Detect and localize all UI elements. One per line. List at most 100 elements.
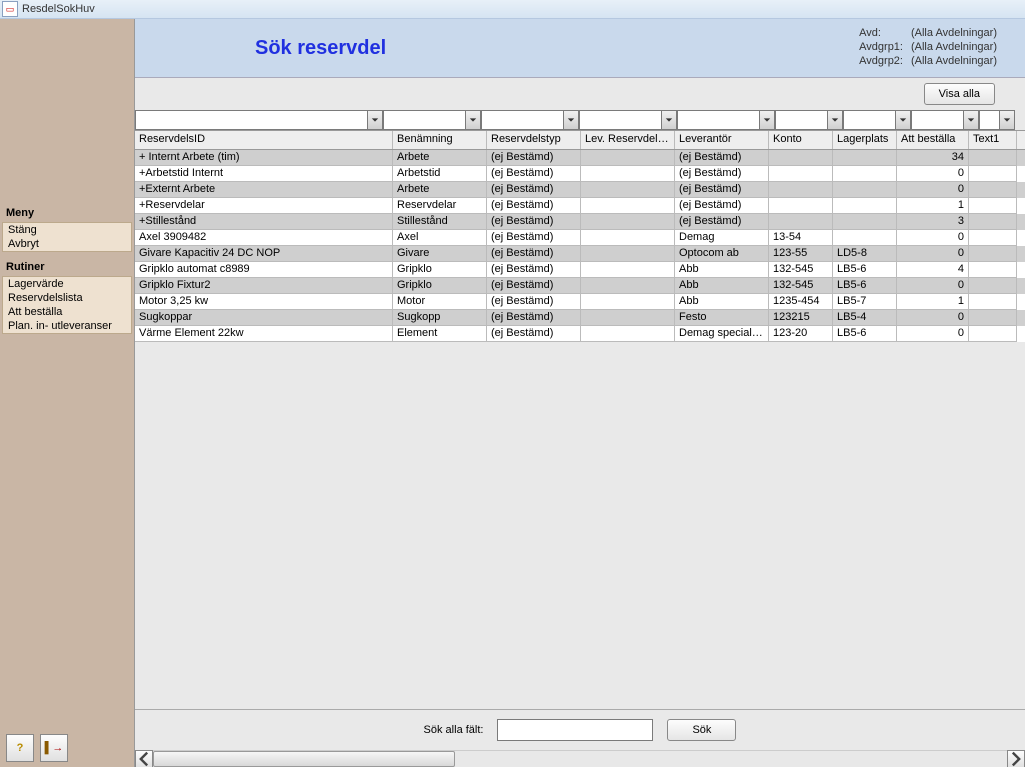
cell-id: Sugkoppar xyxy=(135,310,393,326)
avdgrp2-value: (Alla Avdelningar) xyxy=(911,55,1003,67)
sidebar: Meny Stäng Avbryt Rutiner Lagervärde Res… xyxy=(0,19,135,767)
scrollbar-track[interactable] xyxy=(153,750,1007,767)
cell-lager: LB5-6 xyxy=(833,262,897,278)
table-row[interactable]: +ReservdelarReservdelar(ej Bestämd)(ej B… xyxy=(135,198,1025,214)
form-icon: ▭ xyxy=(2,1,18,17)
sok-input[interactable] xyxy=(497,719,653,741)
cell-t1 xyxy=(969,310,1017,326)
filter-dropdown-1[interactable] xyxy=(383,110,481,130)
sidebar-item-lagervarde[interactable]: Lagervärde xyxy=(3,277,131,291)
cell-id: + Internt Arbete (tim) xyxy=(135,150,393,166)
cell-t1 xyxy=(969,182,1017,198)
cell-lev: Optocom ab xyxy=(675,246,769,262)
filter-dropdown-2[interactable] xyxy=(481,110,579,130)
cell-t1 xyxy=(969,150,1017,166)
sidebar-group-meny: Stäng Avbryt xyxy=(2,222,132,252)
column-header[interactable]: Benämning xyxy=(393,131,487,149)
cell-typ: (ej Bestämd) xyxy=(487,294,581,310)
table-row[interactable]: Gripklo automat c8989Gripklo(ej Bestämd)… xyxy=(135,262,1025,278)
cell-typ: (ej Bestämd) xyxy=(487,182,581,198)
chevron-down-icon xyxy=(759,111,774,129)
filter-dropdown-0[interactable] xyxy=(135,110,383,130)
window-titlebar: ▭ ResdelSokHuv xyxy=(0,0,1025,19)
column-header[interactable]: Text1 xyxy=(969,131,1017,149)
filter-dropdown-5[interactable] xyxy=(775,110,843,130)
window-title: ResdelSokHuv xyxy=(22,3,95,15)
cell-best: 0 xyxy=(897,230,969,246)
column-header[interactable]: Att beställa xyxy=(897,131,969,149)
chevron-down-icon xyxy=(895,111,910,129)
cell-konto xyxy=(769,166,833,182)
cell-id: Motor 3,25 kw xyxy=(135,294,393,310)
table-row[interactable]: +StilleståndStillestånd(ej Bestämd)(ej B… xyxy=(135,214,1025,230)
cell-levid xyxy=(581,182,675,198)
horizontal-scrollbar[interactable] xyxy=(135,750,1025,767)
filter-dropdown-3[interactable] xyxy=(579,110,677,130)
cell-typ: (ej Bestämd) xyxy=(487,262,581,278)
cell-typ: (ej Bestämd) xyxy=(487,310,581,326)
chevron-down-icon xyxy=(999,111,1014,129)
cell-best: 1 xyxy=(897,294,969,310)
sok-button[interactable]: Sök xyxy=(667,719,736,741)
filter-dropdown-4[interactable] xyxy=(677,110,775,130)
column-header[interactable]: Reservdelstyp xyxy=(487,131,581,149)
table-row[interactable]: Värme Element 22kwElement(ej Bestämd)Dem… xyxy=(135,326,1025,342)
cell-lev: (ej Bestämd) xyxy=(675,150,769,166)
sidebar-item-reservdelslista[interactable]: Reservdelslista xyxy=(3,291,131,305)
cell-t1 xyxy=(969,246,1017,262)
sidebar-item-avbryt[interactable]: Avbryt xyxy=(3,237,131,251)
scrollbar-thumb[interactable] xyxy=(153,751,455,767)
scroll-right-button[interactable] xyxy=(1007,750,1025,767)
cell-id: +Reservdelar xyxy=(135,198,393,214)
visa-alla-button[interactable]: Visa alla xyxy=(924,83,995,105)
cell-typ: (ej Bestämd) xyxy=(487,326,581,342)
cell-id: Gripklo Fixtur2 xyxy=(135,278,393,294)
avd-label: Avd: xyxy=(859,27,909,39)
chevron-down-icon xyxy=(661,111,676,129)
table-row[interactable]: +Externt ArbeteArbete(ej Bestämd)(ej Bes… xyxy=(135,182,1025,198)
sidebar-header-meny: Meny xyxy=(0,204,134,222)
page-header: Sök reservdel Avd:(Alla Avdelningar) Avd… xyxy=(135,19,1025,78)
cell-ben: Reservdelar xyxy=(393,198,487,214)
avdgrp1-value: (Alla Avdelningar) xyxy=(911,41,1003,53)
table-row[interactable]: +Arbetstid InterntArbetstid(ej Bestämd)(… xyxy=(135,166,1025,182)
filter-dropdown-8[interactable] xyxy=(979,110,1015,130)
chevron-down-icon xyxy=(963,111,978,129)
cell-levid xyxy=(581,246,675,262)
scroll-left-button[interactable] xyxy=(135,750,153,767)
table-row[interactable]: Givare Kapacitiv 24 DC NOPGivare(ej Best… xyxy=(135,246,1025,262)
cell-levid xyxy=(581,294,675,310)
table-row[interactable]: SugkopparSugkopp(ej Bestämd)Festo123215L… xyxy=(135,310,1025,326)
cell-id: +Arbetstid Internt xyxy=(135,166,393,182)
sidebar-header-rutiner: Rutiner xyxy=(0,258,134,276)
cell-id: Gripklo automat c8989 xyxy=(135,262,393,278)
table-row[interactable]: Motor 3,25 kwMotor(ej Bestämd)Abb1235-45… xyxy=(135,294,1025,310)
filter-dropdown-7[interactable] xyxy=(911,110,979,130)
cell-best: 0 xyxy=(897,246,969,262)
cell-lager: LB5-4 xyxy=(833,310,897,326)
column-header[interactable]: Lagerplats xyxy=(833,131,897,149)
cell-best: 4 xyxy=(897,262,969,278)
cell-levid xyxy=(581,326,675,342)
exit-button[interactable]: ▌→ xyxy=(40,734,68,762)
cell-lager: LB5-6 xyxy=(833,278,897,294)
cell-typ: (ej Bestämd) xyxy=(487,246,581,262)
sidebar-item-plan-in-utleveranser[interactable]: Plan. in- utleveranser xyxy=(3,319,131,333)
table-row[interactable]: Gripklo Fixtur2Gripklo(ej Bestämd)Abb132… xyxy=(135,278,1025,294)
column-header[interactable]: Lev. ReservdelsID xyxy=(581,131,675,149)
cell-levid xyxy=(581,262,675,278)
cell-ben: Stillestånd xyxy=(393,214,487,230)
filter-dropdown-6[interactable] xyxy=(843,110,911,130)
column-header[interactable]: ReservdelsID xyxy=(135,131,393,149)
column-header[interactable]: Leverantör xyxy=(675,131,769,149)
cell-lev: Abb xyxy=(675,294,769,310)
table-row[interactable]: Axel 3909482Axel(ej Bestämd)Demag13-540 xyxy=(135,230,1025,246)
column-header[interactable]: Konto xyxy=(769,131,833,149)
cell-lager xyxy=(833,150,897,166)
sok-label: Sök alla fält: xyxy=(424,724,484,736)
filter-row xyxy=(135,110,1025,130)
sidebar-item-att-bestalla[interactable]: Att beställa xyxy=(3,305,131,319)
table-row[interactable]: + Internt Arbete (tim)Arbete(ej Bestämd)… xyxy=(135,150,1025,166)
sidebar-item-stang[interactable]: Stäng xyxy=(3,223,131,237)
help-button[interactable]: ? xyxy=(6,734,34,762)
